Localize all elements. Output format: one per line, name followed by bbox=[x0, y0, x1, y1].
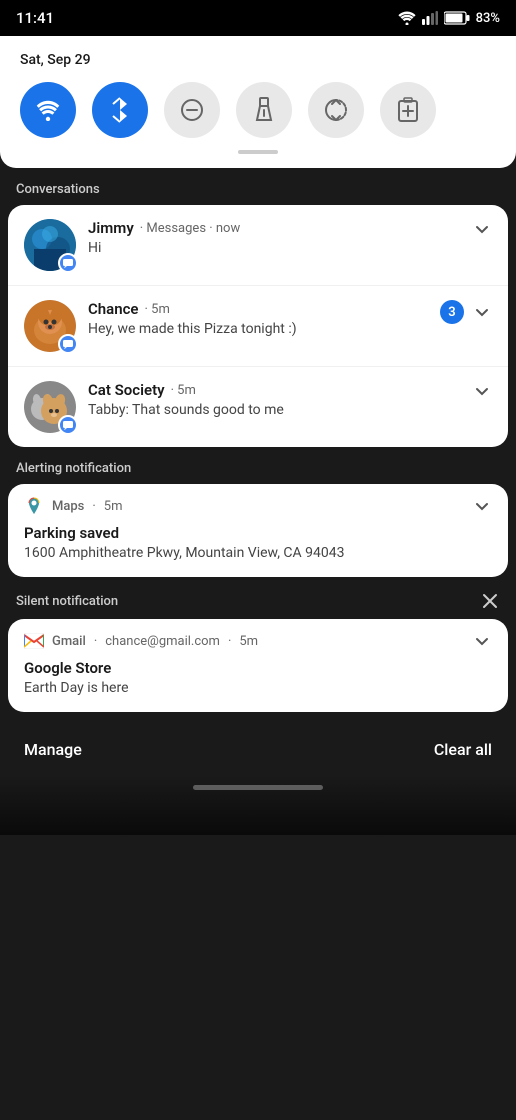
convo-name-chance: Chance bbox=[88, 300, 139, 318]
convo-msg-chance: Hey, we made this Pizza tonight :) bbox=[88, 321, 428, 337]
convo-msg-jimmy: Hi bbox=[88, 240, 460, 256]
convo-meta-chance: · 5m bbox=[145, 302, 170, 317]
avatar-chance-wrap bbox=[24, 300, 76, 352]
gmail-notif-body: Earth Day is here bbox=[24, 680, 492, 696]
unread-badge-chance: 3 bbox=[440, 300, 464, 324]
autorotate-quick-button[interactable] bbox=[308, 82, 364, 138]
avatar-jimmy-wrap bbox=[24, 219, 76, 271]
convo-actions-catsociety bbox=[472, 381, 492, 401]
maps-notif-title: Parking saved bbox=[24, 524, 492, 542]
gmail-app-name: Gmail bbox=[52, 634, 86, 649]
expand-catsociety[interactable] bbox=[472, 381, 492, 401]
maps-notif-time: · bbox=[92, 499, 95, 514]
battery-saver-quick-button[interactable] bbox=[380, 82, 436, 138]
conversation-chance[interactable]: Chance · 5m Hey, we made this Pizza toni… bbox=[8, 286, 508, 367]
flashlight-quick-button[interactable] bbox=[236, 82, 292, 138]
status-bar: 11:41 83% bbox=[0, 0, 516, 36]
bluetooth-quick-button[interactable] bbox=[92, 82, 148, 138]
silent-close-button[interactable] bbox=[480, 591, 500, 611]
messages-badge-jimmy bbox=[58, 253, 78, 273]
wifi-status-icon bbox=[398, 11, 416, 25]
gmail-notif-title: Google Store bbox=[24, 659, 492, 677]
silent-section-header: Silent notification bbox=[0, 577, 516, 619]
clear-all-button[interactable]: Clear all bbox=[434, 740, 492, 759]
manage-button[interactable]: Manage bbox=[24, 740, 82, 759]
dark-bottom-area bbox=[0, 775, 516, 835]
convo-content-chance: Chance · 5m Hey, we made this Pizza toni… bbox=[88, 300, 428, 337]
maps-notif-time-val: 5m bbox=[104, 499, 123, 514]
home-indicator bbox=[193, 785, 323, 790]
gmail-time-dot: · bbox=[228, 634, 231, 649]
status-icons: 83% bbox=[398, 11, 500, 26]
gmail-app-icon bbox=[24, 633, 44, 649]
messages-badge-chance bbox=[58, 334, 78, 354]
conversations-card: Jimmy · Messages · now Hi bbox=[8, 205, 508, 447]
expand-maps[interactable] bbox=[472, 496, 492, 516]
bottom-bar: Manage Clear all bbox=[0, 724, 516, 775]
date-label: Sat, Sep 29 bbox=[20, 52, 496, 68]
gmail-notif-time: 5m bbox=[239, 634, 258, 649]
expand-chance[interactable] bbox=[472, 302, 492, 322]
convo-name-catsociety: Cat Society bbox=[88, 381, 165, 399]
silent-section-label: Silent notification bbox=[16, 594, 118, 609]
gmail-sender-val: chance@gmail.com bbox=[105, 634, 220, 649]
convo-meta-jimmy: · Messages · now bbox=[140, 221, 240, 236]
signal-icon bbox=[422, 11, 438, 25]
conversation-jimmy[interactable]: Jimmy · Messages · now Hi bbox=[8, 205, 508, 286]
convo-content-jimmy: Jimmy · Messages · now Hi bbox=[88, 219, 460, 256]
convo-name-jimmy: Jimmy bbox=[88, 219, 134, 237]
conversation-cat-society[interactable]: Cat Society · 5m Tabby: That sounds good… bbox=[8, 367, 508, 447]
status-time: 11:41 bbox=[16, 9, 54, 27]
convo-actions-chance: 3 bbox=[440, 300, 492, 324]
alerting-section-label: Alerting notification bbox=[0, 447, 516, 484]
battery-percent: 83% bbox=[476, 11, 500, 26]
quick-icons-row bbox=[20, 82, 496, 138]
gmail-notification-card: Gmail · chance@gmail.com · 5m Google Sto… bbox=[8, 619, 508, 712]
conversations-section-label: Conversations bbox=[0, 168, 516, 205]
maps-app-name: Maps bbox=[52, 499, 84, 514]
maps-notification-card: Maps · 5m Parking saved 1600 Amphitheatr… bbox=[8, 484, 508, 577]
convo-msg-catsociety: Tabby: That sounds good to me bbox=[88, 402, 460, 418]
avatar-catsociety-wrap bbox=[24, 381, 76, 433]
quick-settings-card: Sat, Sep 29 bbox=[0, 36, 516, 168]
messages-badge-catsociety bbox=[58, 415, 78, 435]
convo-actions-jimmy bbox=[472, 219, 492, 239]
drag-handle bbox=[238, 150, 278, 154]
expand-jimmy[interactable] bbox=[472, 219, 492, 239]
maps-app-icon bbox=[24, 496, 44, 516]
maps-notif-body: 1600 Amphitheatre Pkwy, Mountain View, C… bbox=[24, 545, 492, 561]
convo-meta-catsociety: · 5m bbox=[171, 383, 196, 398]
gmail-sender: · bbox=[94, 634, 97, 649]
dnd-quick-button[interactable] bbox=[164, 82, 220, 138]
expand-gmail[interactable] bbox=[472, 631, 492, 651]
battery-icon bbox=[444, 11, 470, 25]
wifi-quick-button[interactable] bbox=[20, 82, 76, 138]
convo-content-catsociety: Cat Society · 5m Tabby: That sounds good… bbox=[88, 381, 460, 418]
